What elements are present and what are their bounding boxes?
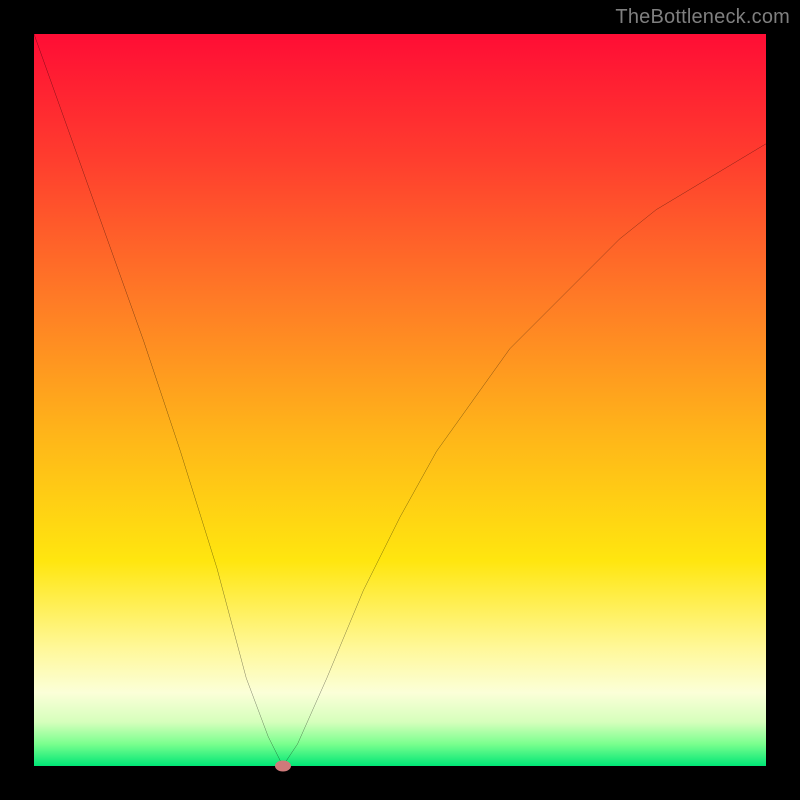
curve-path — [34, 34, 766, 766]
bottleneck-curve — [34, 34, 766, 766]
attribution-text: TheBottleneck.com — [615, 6, 790, 29]
plot-area — [34, 34, 766, 766]
optimum-marker — [275, 761, 291, 772]
chart-frame: TheBottleneck.com — [0, 0, 800, 800]
